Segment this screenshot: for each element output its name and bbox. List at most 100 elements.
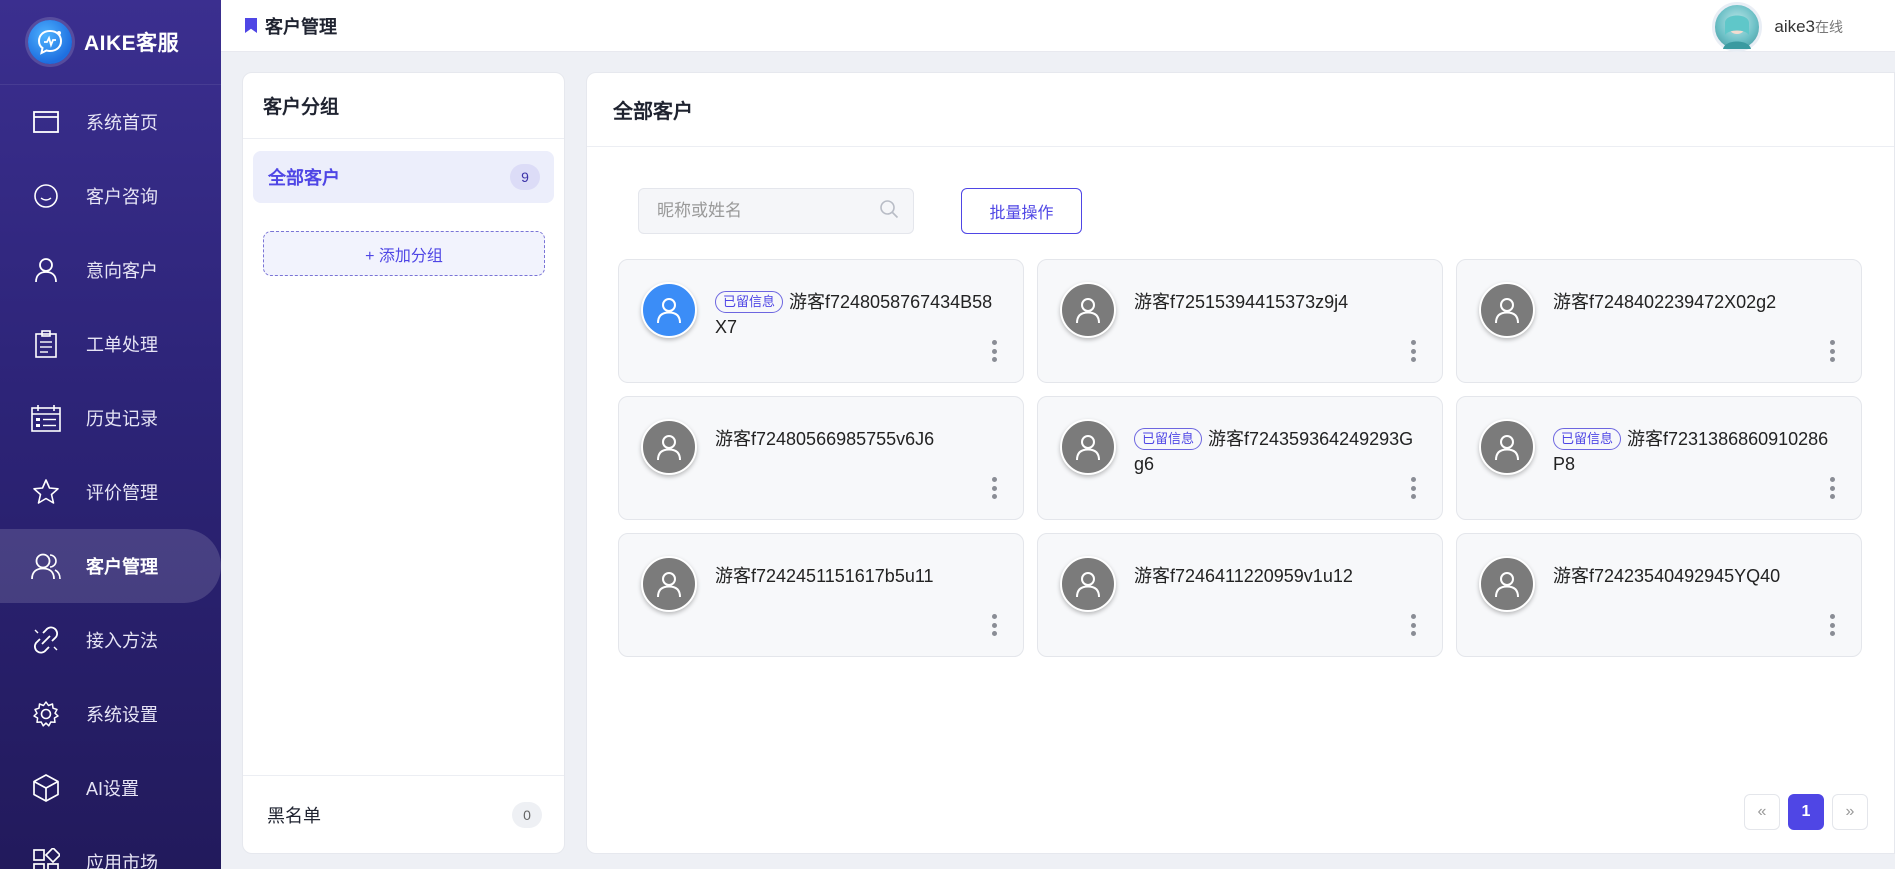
page-button-current[interactable]: 1 [1788, 794, 1824, 830]
group-label: 全部客户 [268, 168, 340, 188]
customer-avatar-icon [641, 419, 697, 475]
customer-name-text: 游客f72423540492945YQ40 [1553, 566, 1781, 586]
customer-avatar-icon [641, 282, 697, 338]
customer-name-text: 游客f72480566985755v6J6 [715, 429, 935, 449]
more-options-icon[interactable] [1829, 477, 1835, 499]
chat-bubble-icon [30, 180, 62, 212]
nav-item-market[interactable]: 应用市场 [0, 825, 221, 869]
customer-card[interactable]: 已留信息 游客f724359364249293Gg6 [1037, 396, 1443, 520]
customer-avatar-icon [1060, 556, 1116, 612]
group-item-blacklist[interactable]: 黑名单 0 [243, 775, 564, 853]
nav-list: 系统首页 客户咨询 意向客户 工单处理 历史记录 评价管理 客户管理 接入方法 … [0, 85, 221, 869]
customer-list-panel: 全部客户 批量操作 已留信息游客f7248058767434B58X7 游客f72… [586, 72, 1895, 854]
online-status: 在线 [1815, 19, 1843, 35]
nav-item-rating[interactable]: 评价管理 [0, 455, 221, 529]
customer-card[interactable]: 已留信息 游客f7248058767434B58X7 [618, 259, 1024, 383]
nav-item-customers[interactable]: 客户管理 [0, 529, 221, 603]
nav-label: 应用市场 [86, 853, 158, 869]
customer-card[interactable]: 游客f7246411220959v1u12 [1037, 533, 1443, 657]
customer-card[interactable]: 游客f7242451151617b5u11 [618, 533, 1024, 657]
info-tag: 已留信息 [1553, 428, 1622, 450]
customer-card[interactable]: 已留信息 游客f7231386860910286P8 [1456, 396, 1862, 520]
search-box [638, 188, 914, 234]
person-icon [30, 254, 62, 286]
sidebar: AIKE客服 系统首页 客户咨询 意向客户 工单处理 历史记录 评价管理 客户管… [0, 0, 221, 869]
more-options-icon[interactable] [991, 340, 997, 362]
prev-page-button[interactable]: « [1744, 794, 1780, 830]
username-text: aike3 [1774, 17, 1815, 36]
more-options-icon[interactable] [1829, 614, 1835, 636]
more-options-icon[interactable] [1410, 614, 1416, 636]
page-title-text: 客户管理 [265, 16, 337, 37]
next-page-button[interactable]: » [1832, 794, 1868, 830]
apps-icon [30, 846, 62, 869]
customer-name: 游客f7246411220959v1u12 [1134, 564, 1416, 589]
customer-name: 游客f72515394415373z9j4 [1134, 290, 1416, 315]
search-icon[interactable] [879, 199, 899, 224]
customer-name: 已留信息 游客f7248058767434B58X7 [715, 290, 997, 340]
customer-card-grid: 已留信息 游客f7248058767434B58X7 游客f725153944153… [618, 259, 1862, 657]
cube-icon [30, 772, 62, 804]
customer-avatar-icon [1060, 282, 1116, 338]
more-options-icon[interactable] [991, 477, 997, 499]
brand-name: AIKE客服 [84, 32, 180, 55]
info-tag: 已留信息 [715, 291, 784, 313]
users-icon [30, 550, 62, 582]
nav-item-consult[interactable]: 客户咨询 [0, 159, 221, 233]
more-options-icon[interactable] [1410, 477, 1416, 499]
group-item-all[interactable]: 全部客户 9 [253, 151, 554, 203]
more-options-icon[interactable] [1410, 340, 1416, 362]
nav-label: 工单处理 [86, 335, 158, 355]
customer-avatar-icon [1060, 419, 1116, 475]
nav-item-ai[interactable]: AI设置 [0, 751, 221, 825]
nav-item-history[interactable]: 历史记录 [0, 381, 221, 455]
add-group-button[interactable]: + 添加分组 [263, 231, 545, 276]
batch-operation-button[interactable]: 批量操作 [961, 188, 1082, 234]
clipboard-icon [30, 328, 62, 360]
nav-label: 评价管理 [86, 483, 158, 503]
customer-card[interactable]: 游客f72423540492945YQ40 [1456, 533, 1862, 657]
nav-label: 客户咨询 [86, 187, 158, 207]
customer-group-panel: 客户分组 全部客户 9 + 添加分组 黑名单 0 [242, 72, 565, 854]
nav-item-settings[interactable]: 系统设置 [0, 677, 221, 751]
nav-item-intent[interactable]: 意向客户 [0, 233, 221, 307]
customer-name-text: 游客f7242451151617b5u11 [715, 566, 934, 586]
topbar: 客户管理 aike3在线 [221, 0, 1895, 52]
customer-name-text: 游客f7248402239472X02g2 [1553, 292, 1777, 312]
nav-item-home[interactable]: 系统首页 [0, 85, 221, 159]
nav-label: 历史记录 [86, 409, 158, 429]
avatar[interactable] [1712, 2, 1763, 52]
main-title: 全部客户 [587, 73, 1894, 147]
nav-label: 系统设置 [86, 705, 158, 725]
nav-label: 客户管理 [86, 557, 158, 577]
customer-name-text: 游客f7246411220959v1u12 [1134, 566, 1353, 586]
more-options-icon[interactable] [991, 614, 997, 636]
customer-name: 游客f72480566985755v6J6 [715, 427, 997, 452]
blacklist-label: 黑名单 [267, 805, 321, 826]
bookmark-icon [245, 18, 257, 33]
group-panel-title: 客户分组 [243, 73, 564, 139]
customer-avatar-icon [641, 556, 697, 612]
more-options-icon[interactable] [1829, 340, 1835, 362]
group-count-badge: 9 [510, 164, 540, 190]
customer-name-text: 游客f72515394415373z9j4 [1134, 292, 1349, 312]
nav-label: 接入方法 [86, 631, 158, 651]
customer-card[interactable]: 游客f72515394415373z9j4 [1037, 259, 1443, 383]
gear-icon [30, 698, 62, 730]
customer-card[interactable]: 游客f7248402239472X02g2 [1456, 259, 1862, 383]
customer-name: 游客f7242451151617b5u11 [715, 564, 997, 589]
star-icon [30, 476, 62, 508]
nav-label: 意向客户 [86, 261, 158, 281]
customer-avatar-icon [1479, 556, 1535, 612]
user-menu[interactable]: aike3在线 [1712, 2, 1843, 52]
customer-name: 已留信息 游客f7231386860910286P8 [1553, 427, 1835, 477]
brand-logo-icon [28, 20, 72, 64]
nav-item-integration[interactable]: 接入方法 [0, 603, 221, 677]
nav-item-ticket[interactable]: 工单处理 [0, 307, 221, 381]
customer-card[interactable]: 游客f72480566985755v6J6 [618, 396, 1024, 520]
username: aike3在线 [1774, 17, 1843, 37]
search-input[interactable] [657, 201, 879, 221]
blacklist-count-badge: 0 [512, 801, 542, 828]
calendar-list-icon [30, 402, 62, 434]
customer-avatar-icon [1479, 282, 1535, 338]
